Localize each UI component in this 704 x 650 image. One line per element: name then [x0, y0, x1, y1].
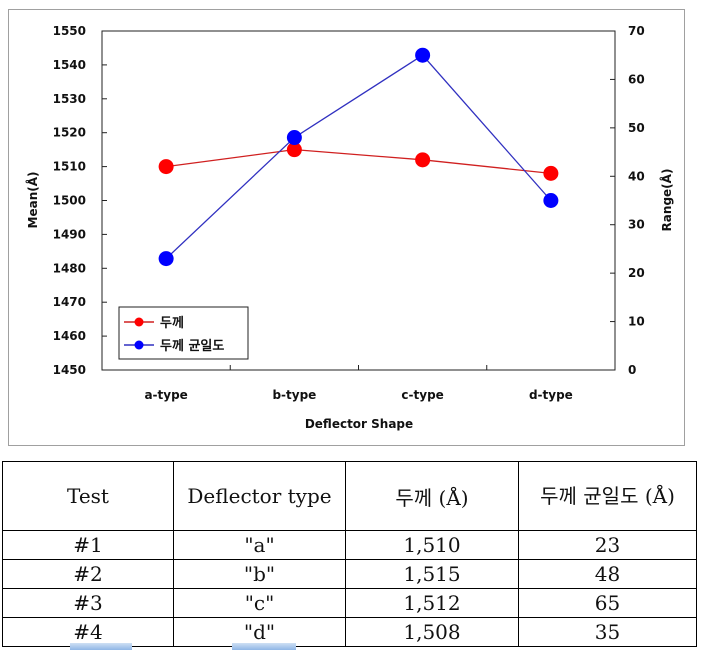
y2-tick-label: 60 — [628, 72, 645, 86]
header-uniformity: 두께 균일도 (Å) — [518, 461, 697, 531]
y2-tick-label: 70 — [628, 24, 645, 38]
cell-uniformity: 48 — [518, 559, 697, 589]
cell-test: #1 — [2, 530, 174, 560]
x-tick-label: b-type — [272, 388, 316, 402]
y2-tick-label: 30 — [628, 218, 645, 232]
y-tick-label: 1490 — [53, 227, 86, 241]
x-tick-label: c-type — [401, 388, 443, 402]
y2-tick-label: 10 — [628, 315, 645, 329]
series-2-point — [158, 251, 174, 267]
header-deflector-type: Deflector type — [173, 461, 346, 531]
y-tick-label: 1480 — [53, 261, 86, 275]
y-axis-title: Mean(Å) — [25, 172, 40, 229]
cell-type: "a" — [173, 530, 346, 560]
header-test: Test — [2, 461, 174, 531]
cell-uniformity: 65 — [518, 588, 697, 618]
legend-marker — [134, 340, 144, 350]
data-table: Test Deflector type 두께 (Å) 두께 균일도 (Å) #1… — [2, 461, 697, 647]
chart: 1450 1460 1470 1480 1490 1500 1510 1520 1530 1540… — [25, 24, 674, 431]
y-tick-label: 1510 — [53, 160, 86, 174]
cell-uniformity: 23 — [518, 530, 697, 560]
cell-thickness: 1,515 — [345, 559, 519, 589]
y2-tick-label: 0 — [628, 363, 636, 377]
series-2-point — [286, 130, 302, 146]
y2-tick-label: 20 — [628, 266, 645, 280]
series-2-point — [543, 193, 559, 208]
table-row: #2 "b" 1,515 48 — [2, 559, 697, 589]
y-tick-label: 1470 — [53, 295, 86, 309]
legend-marker — [134, 317, 144, 327]
y2-tick-label: 40 — [628, 169, 645, 183]
y-tick-label: 1520 — [53, 126, 86, 140]
legend-label: 두께 균일도 — [160, 339, 224, 354]
y-tick-label: 1500 — [53, 194, 86, 208]
x-tick-label: d-type — [529, 388, 573, 402]
series-2-point — [415, 47, 431, 63]
y-tick-label: 1530 — [53, 92, 86, 106]
table-row: #1 "a" 1,510 23 — [2, 530, 697, 560]
cell-test: #3 — [2, 588, 174, 618]
y-tick-label: 1450 — [53, 363, 86, 377]
cell-thickness: 1,512 — [345, 588, 519, 618]
y2-axis-title: Range(Å) — [659, 169, 674, 232]
cell-test: #2 — [2, 559, 174, 589]
y-tick-label: 1550 — [53, 24, 86, 38]
watermark-strip — [232, 643, 296, 650]
table-row: #3 "c" 1,512 65 — [2, 588, 697, 618]
cell-thickness: 1,510 — [345, 530, 519, 560]
series-1-point — [415, 152, 431, 168]
x-tick-label: a-type — [144, 388, 187, 402]
watermark-strip — [70, 643, 132, 650]
y-tick-label: 1540 — [53, 58, 86, 72]
cell-type: "b" — [173, 559, 346, 589]
cell-thickness: 1,508 — [345, 617, 519, 647]
legend-label: 두께 — [160, 316, 184, 331]
y-tick-label: 1460 — [53, 329, 86, 343]
header-thickness: 두께 (Å) — [345, 461, 519, 531]
y2-tick-label: 50 — [628, 121, 645, 135]
cell-type: "c" — [173, 588, 346, 618]
series-1-point — [158, 159, 174, 175]
table-header-row: Test Deflector type 두께 (Å) 두께 균일도 (Å) — [2, 461, 697, 531]
legend: 두께 두께 균일도 — [118, 306, 249, 360]
x-axis-title: Deflector Shape — [305, 417, 413, 431]
series-1-point — [543, 165, 559, 181]
cell-uniformity: 35 — [518, 617, 697, 647]
